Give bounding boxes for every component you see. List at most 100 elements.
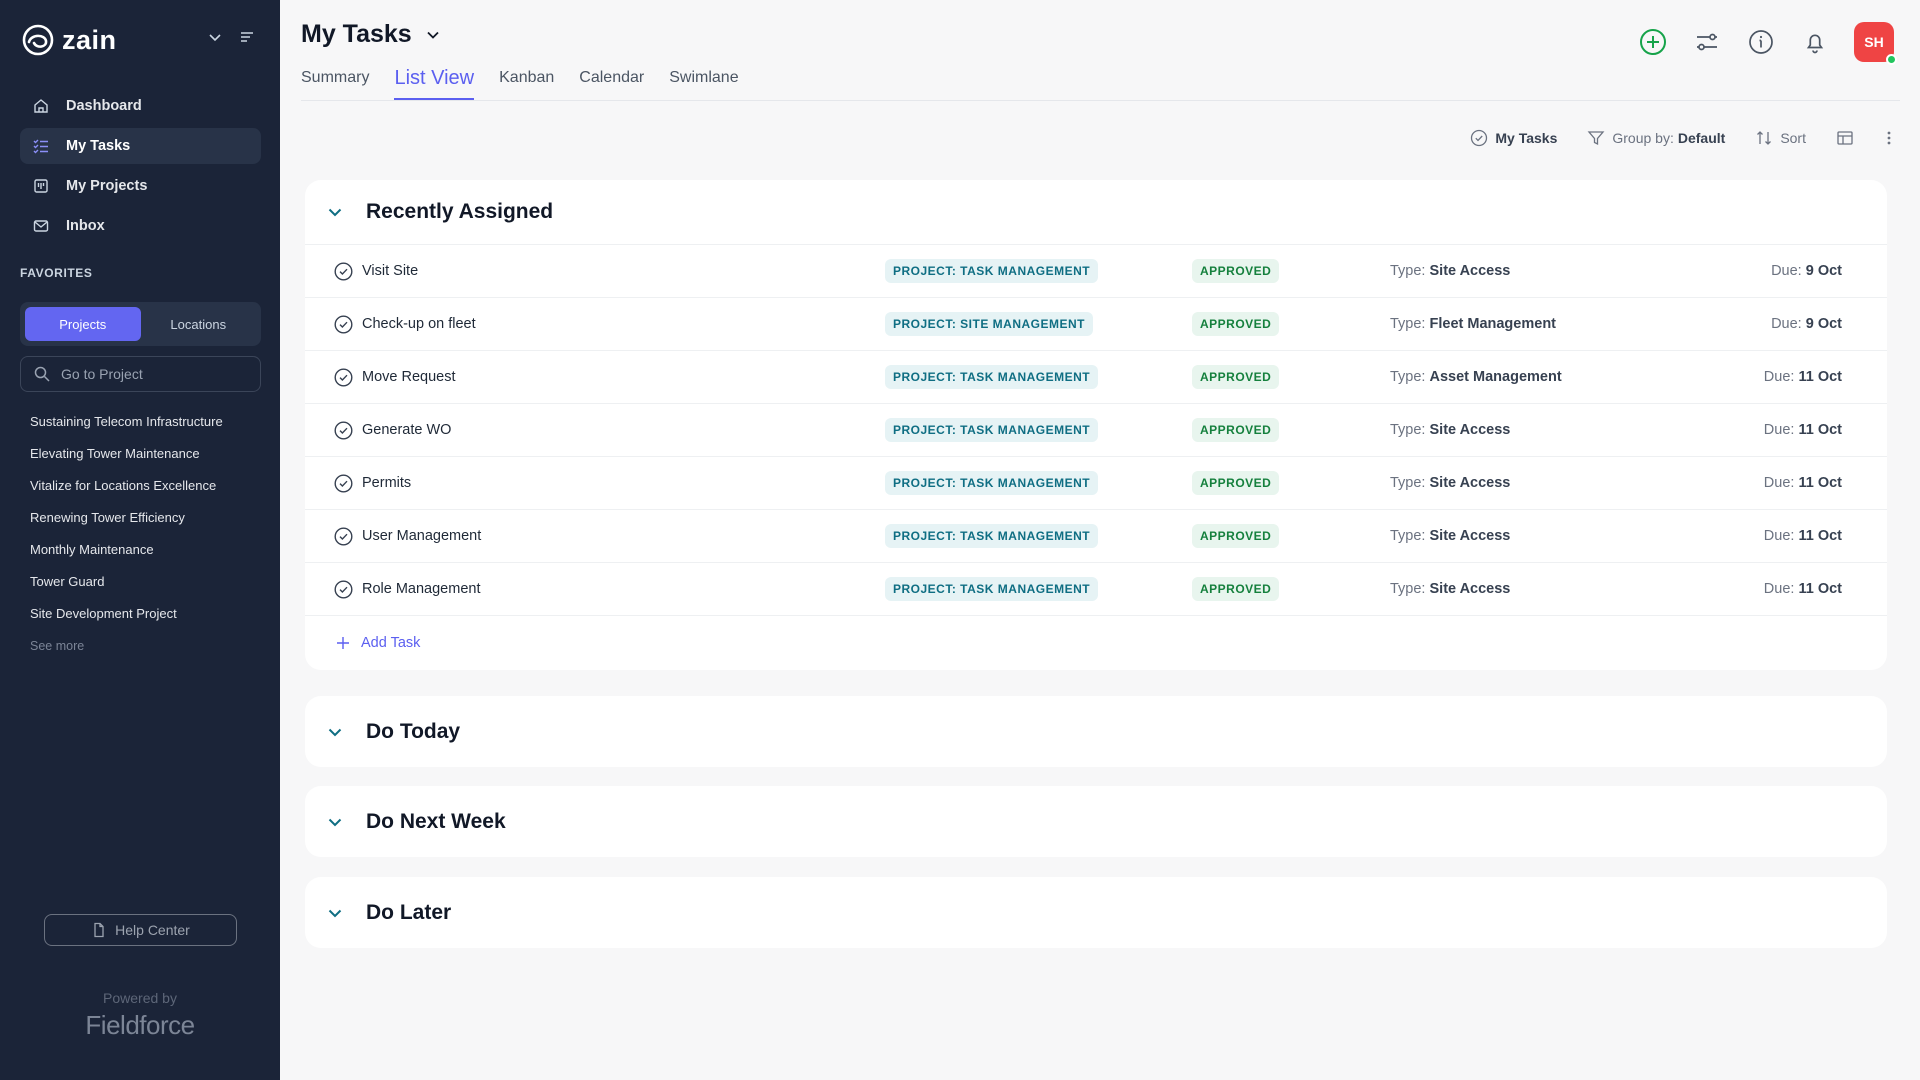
page-title-dropdown[interactable]: My Tasks: [301, 20, 442, 49]
chevron-down-icon[interactable]: [206, 28, 224, 46]
favorite-project-item[interactable]: Elevating Tower Maintenance: [30, 443, 223, 475]
section-header[interactable]: Do Today: [305, 696, 1887, 767]
projects-icon: [34, 179, 48, 193]
favorite-project-item[interactable]: Site Development Project: [30, 603, 223, 635]
powered-by-text: Powered by: [103, 990, 177, 1006]
my-tasks-filter[interactable]: My Tasks: [1470, 129, 1557, 147]
project-search-input[interactable]: [61, 366, 241, 382]
search-icon: [34, 366, 50, 382]
list-toolbar: My Tasks Group by: Default Sort: [1440, 124, 1894, 152]
nav-item-my-projects[interactable]: My Projects: [20, 168, 261, 204]
check-circle-icon[interactable]: [334, 527, 353, 546]
check-circle-icon[interactable]: [334, 580, 353, 599]
task-name[interactable]: Permits: [362, 475, 411, 491]
check-circle-icon[interactable]: [334, 315, 353, 334]
avatar-initials: SH: [1864, 34, 1884, 50]
table-layout-icon: [1837, 131, 1853, 145]
task-due: Due: 9 Oct: [1771, 263, 1842, 279]
sidebar: zain Dashboard My Tasks My Projects Inbo…: [0, 0, 280, 1080]
table-row[interactable]: Move Request PROJECT: TASK MANAGEMENT AP…: [305, 350, 1887, 403]
section-title: Do Today: [366, 719, 461, 743]
main-nav: Dashboard My Tasks My Projects Inbox: [20, 88, 261, 248]
table-row[interactable]: User Management PROJECT: TASK MANAGEMENT…: [305, 509, 1887, 562]
menu-lines-icon[interactable]: [238, 28, 256, 46]
view-tabs: Summary List View Kanban Calendar Swimla…: [301, 64, 739, 100]
group-by-value: Default: [1677, 130, 1726, 146]
group-by-prefix: Group by:: [1612, 130, 1674, 146]
sort-control[interactable]: Sort: [1755, 129, 1806, 147]
task-type: Type: Asset Management: [1390, 369, 1562, 385]
see-more-link[interactable]: See more: [30, 635, 223, 657]
favorite-project-item[interactable]: Tower Guard: [30, 571, 223, 603]
toggle-projects[interactable]: Projects: [25, 307, 141, 341]
task-list: Visit Site PROJECT: TASK MANAGEMENT APPR…: [305, 244, 1887, 615]
section-title: Recently Assigned: [366, 200, 554, 223]
kebab-menu-icon: [1887, 131, 1891, 145]
layout-toggle-button[interactable]: [1836, 129, 1854, 147]
chevron-down-icon: [328, 818, 342, 826]
table-row[interactable]: Check-up on fleet PROJECT: SITE MANAGEME…: [305, 297, 1887, 350]
tab-list-view[interactable]: List View: [394, 64, 474, 100]
tab-summary[interactable]: Summary: [301, 64, 369, 100]
tab-swimlane[interactable]: Swimlane: [669, 64, 738, 100]
task-name[interactable]: Generate WO: [362, 422, 451, 438]
add-task-button[interactable]: Add Task: [305, 615, 1887, 670]
table-row[interactable]: Visit Site PROJECT: TASK MANAGEMENT APPR…: [305, 244, 1887, 297]
brand-logo[interactable]: zain: [20, 20, 117, 60]
more-options-button[interactable]: [1884, 129, 1894, 147]
page-title: My Tasks: [301, 20, 412, 48]
settings-sliders-button[interactable]: [1692, 27, 1722, 57]
help-center-button[interactable]: Help Center: [44, 914, 237, 946]
sort-label: Sort: [1780, 130, 1806, 146]
task-name[interactable]: Visit Site: [362, 263, 418, 279]
tab-calendar[interactable]: Calendar: [579, 64, 644, 100]
project-badge: PROJECT: TASK MANAGEMENT: [885, 577, 1099, 601]
check-circle-icon[interactable]: [334, 368, 353, 387]
check-circle-icon[interactable]: [334, 262, 353, 281]
nav-item-inbox[interactable]: Inbox: [20, 208, 261, 244]
inbox-icon: [33, 220, 49, 232]
nav-item-dashboard[interactable]: Dashboard: [20, 88, 261, 124]
task-due: Due: 11 Oct: [1763, 422, 1842, 438]
task-type: Type: Site Access: [1390, 475, 1511, 491]
favorites-toggle: Projects Locations: [20, 302, 261, 346]
favorite-project-item[interactable]: Sustaining Telecom Infrastructure: [30, 411, 223, 443]
section-header[interactable]: Do Later: [305, 877, 1887, 948]
task-name[interactable]: User Management: [362, 528, 481, 544]
favorite-project-item[interactable]: Renewing Tower Efficiency: [30, 507, 223, 539]
project-badge: PROJECT: TASK MANAGEMENT: [885, 418, 1099, 442]
favorite-project-item[interactable]: Vitalize for Locations Excellence: [30, 475, 223, 507]
group-by-control[interactable]: Group by: Default: [1587, 129, 1725, 147]
toggle-locations[interactable]: Locations: [141, 307, 257, 341]
task-name[interactable]: Check-up on fleet: [362, 316, 476, 332]
check-circle-icon[interactable]: [334, 474, 353, 493]
task-type: Type: Site Access: [1390, 528, 1511, 544]
status-badge: APPROVED: [1192, 365, 1280, 389]
user-avatar[interactable]: SH: [1854, 22, 1897, 65]
online-status-dot: [1886, 54, 1897, 65]
table-row[interactable]: Permits PROJECT: TASK MANAGEMENT APPROVE…: [305, 456, 1887, 509]
task-name[interactable]: Role Management: [362, 581, 481, 597]
section-title: Do Next Week: [366, 809, 506, 833]
section-header[interactable]: Do Next Week: [305, 786, 1887, 857]
task-name[interactable]: Move Request: [362, 369, 456, 385]
task-due: Due: 11 Oct: [1763, 369, 1842, 385]
project-badge: PROJECT: TASK MANAGEMENT: [885, 259, 1099, 283]
fieldforce-logo: Fieldforce: [85, 1010, 195, 1040]
notifications-button[interactable]: [1800, 27, 1830, 57]
table-row[interactable]: Role Management PROJECT: TASK MANAGEMENT…: [305, 562, 1887, 615]
tab-kanban[interactable]: Kanban: [499, 64, 554, 100]
plus-circle-icon: [1640, 29, 1666, 55]
filter-label: My Tasks: [1495, 130, 1558, 146]
favorite-project-item[interactable]: Monthly Maintenance: [30, 539, 223, 571]
tasks-icon: [33, 139, 48, 154]
table-row[interactable]: Generate WO PROJECT: TASK MANAGEMENT APP…: [305, 403, 1887, 456]
section-header[interactable]: Recently Assigned: [305, 180, 1887, 244]
task-type: Type: Site Access: [1390, 581, 1511, 597]
add-button[interactable]: [1638, 27, 1668, 57]
nav-item-my-tasks[interactable]: My Tasks: [20, 128, 261, 164]
section-do-next-week: Do Next Week: [305, 786, 1887, 857]
help-center-label: Help Center: [115, 922, 190, 938]
info-button[interactable]: [1746, 27, 1776, 57]
check-circle-icon[interactable]: [334, 421, 353, 440]
